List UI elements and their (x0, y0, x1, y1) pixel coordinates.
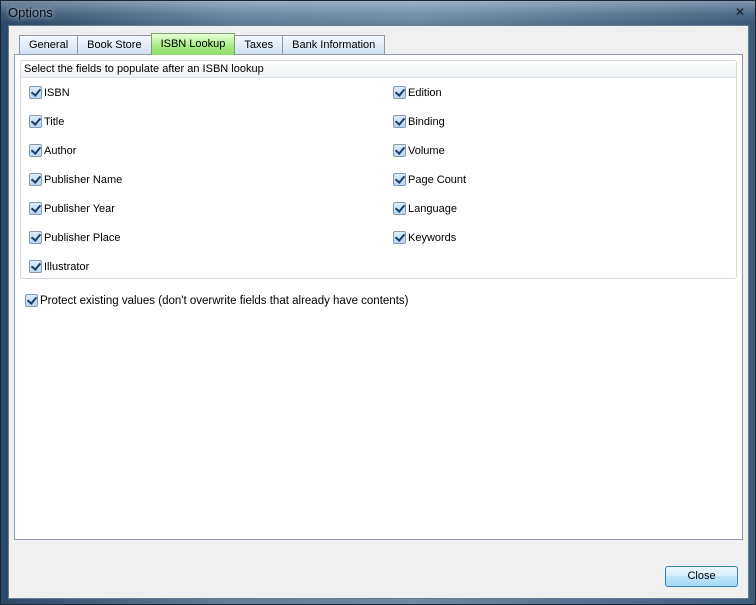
field-label: ISBN (44, 86, 70, 99)
checkbox-checked-icon[interactable] (393, 231, 406, 244)
dialog-client-area: General Book Store ISBN Lookup Taxes Ban… (8, 25, 749, 599)
checkbox-checked-icon[interactable] (29, 231, 42, 244)
tab-taxes[interactable]: Taxes (234, 35, 284, 55)
field-label: Volume (408, 144, 445, 157)
group-title: Select the fields to populate after an I… (24, 63, 264, 75)
tab-bank-information[interactable]: Bank Information (282, 35, 386, 55)
field-edition[interactable]: Edition (393, 85, 442, 100)
field-language[interactable]: Language (393, 201, 457, 216)
checkbox-checked-icon[interactable] (393, 86, 406, 99)
field-label: Title (44, 115, 65, 128)
field-label: Language (408, 202, 457, 215)
fields-groupbox: Select the fields to populate after an I… (20, 60, 737, 279)
field-illustrator[interactable]: Illustrator (29, 259, 89, 274)
field-label: Publisher Year (44, 202, 115, 215)
field-volume[interactable]: Volume (393, 143, 445, 158)
checkbox-checked-icon[interactable] (29, 260, 42, 273)
checkbox-checked-icon[interactable] (29, 86, 42, 99)
field-label: Keywords (408, 231, 457, 244)
checkbox-checked-icon[interactable] (393, 173, 406, 186)
tab-general[interactable]: General (19, 35, 79, 55)
field-publisher-name[interactable]: Publisher Name (29, 172, 122, 187)
tab-book-store[interactable]: Book Store (77, 35, 152, 55)
protect-existing-values[interactable]: Protect existing values (don't overwrite… (25, 293, 408, 308)
field-label: Publisher Name (44, 173, 123, 186)
field-author[interactable]: Author (29, 143, 76, 158)
options-window: Options ✕ General Book Store ISBN Lookup… (0, 0, 756, 605)
title-bar[interactable]: Options ✕ (1, 1, 755, 25)
checkbox-checked-icon[interactable] (29, 115, 42, 128)
field-label: Binding (408, 115, 445, 128)
field-label: Edition (408, 86, 442, 99)
field-label: Illustrator (44, 260, 90, 273)
close-button[interactable]: Close (665, 566, 738, 587)
field-publisher-place[interactable]: Publisher Place (29, 230, 120, 245)
tab-strip: General Book Store ISBN Lookup Taxes Ban… (19, 33, 386, 55)
checkbox-checked-icon[interactable] (29, 202, 42, 215)
field-binding[interactable]: Binding (393, 114, 445, 129)
protect-label: Protect existing values (don't overwrite… (40, 294, 409, 307)
checkbox-checked-icon[interactable] (25, 294, 38, 307)
field-publisher-year[interactable]: Publisher Year (29, 201, 115, 216)
checkbox-checked-icon[interactable] (393, 202, 406, 215)
window-close-icon[interactable]: ✕ (733, 5, 747, 19)
field-label: Publisher Place (44, 231, 121, 244)
field-label: Author (44, 144, 77, 157)
checkbox-checked-icon[interactable] (393, 144, 406, 157)
group-header: Select the fields to populate after an I… (21, 61, 736, 78)
window-title: Options (8, 5, 53, 20)
isbn-lookup-page: Select the fields to populate after an I… (14, 54, 743, 540)
tab-isbn-lookup[interactable]: ISBN Lookup (150, 33, 236, 55)
checkbox-checked-icon[interactable] (393, 115, 406, 128)
field-label: Page Count (408, 173, 467, 186)
field-title[interactable]: Title (29, 114, 64, 129)
checkbox-checked-icon[interactable] (29, 144, 42, 157)
field-keywords[interactable]: Keywords (393, 230, 456, 245)
field-page-count[interactable]: Page Count (393, 172, 466, 187)
checkbox-checked-icon[interactable] (29, 173, 42, 186)
field-isbn[interactable]: ISBN (29, 85, 70, 100)
